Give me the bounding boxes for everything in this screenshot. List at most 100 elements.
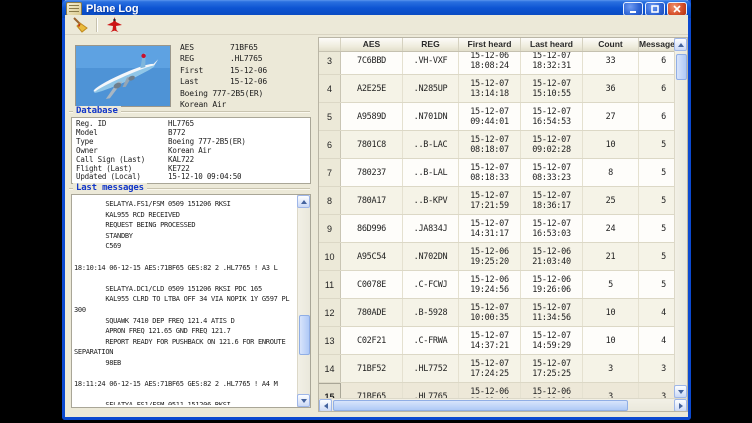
plane-filter-button[interactable] [102,16,126,34]
last-messages-panel[interactable]: SELATYA.FS1/FSM 0509 151206 RKSI KAL955 … [71,194,311,408]
cell-last-heard: 15-12-0716:54:53 [521,103,583,130]
table-row[interactable]: 10 A95C54 .N702DN 15-12-0619:25:20 15-12… [319,243,687,271]
table-scroll-right-button[interactable] [674,399,687,412]
cell-first-heard: 15-12-0618:08:24 [459,52,521,74]
table-row[interactable]: 5 A9589D .N701DN 15-12-0709:44:01 15-12-… [319,103,687,131]
cell-aes: 7801C8 [341,131,403,158]
row-number: 7 [319,159,341,186]
minimize-button[interactable] [623,2,643,16]
summary-row: REG .HL7765 [180,53,315,64]
maximize-button[interactable] [645,2,665,16]
clear-log-button[interactable] [68,16,92,34]
cell-reg: ..B-KPV [403,187,459,214]
table-row[interactable]: 3 7C6BBD .VH-VXF 15-12-0618:08:24 15-12-… [319,52,687,75]
table-horizontal-scroll-thumb[interactable] [333,400,628,411]
cell-count: 33 [583,52,639,74]
header-count[interactable]: Count [583,38,639,51]
table-row[interactable]: 13 C02F21 .C-FRWA 15-12-0714:37:21 15-12… [319,327,687,355]
summary-key: AES [180,42,230,53]
cell-reg: ..B-LAC [403,131,459,158]
messages-scrollbar[interactable] [297,195,310,407]
table-vertical-scrollbar[interactable] [674,38,687,398]
row-number: 13 [319,327,341,354]
cell-first-heard: 15-12-0717:24:25 [459,355,521,382]
cell-reg: .HL7752 [403,355,459,382]
cell-reg: ..B-LAL [403,159,459,186]
left-arrow-icon [324,403,328,409]
close-button[interactable] [667,2,687,16]
cell-first-heard: 15-12-0714:31:17 [459,215,521,242]
cell-reg: .JA834J [403,215,459,242]
cell-reg: .N701DN [403,103,459,130]
messages-scroll-up-button[interactable] [297,195,310,208]
aircraft-summary: AES 71BF65 REG .HL7765 First 15-12-06 La… [180,42,315,110]
table-row[interactable]: 11 C0078E .C-FCWJ 15-12-0619:24:56 15-12… [319,271,687,299]
summary-row: AES 71BF65 [180,42,315,53]
summary-key: REG [180,53,230,64]
cell-aes: 86D996 [341,215,403,242]
korean-air-777-image [76,46,170,106]
close-icon [673,5,681,13]
cell-first-heard: 15-12-0717:21:59 [459,187,521,214]
cell-aes: 780A17 [341,187,403,214]
header-row-number[interactable] [319,38,341,51]
cell-reg: .N285UP [403,75,459,102]
cell-last-heard: 15-12-0715:10:55 [521,75,583,102]
cell-last-heard: 15-12-0714:59:29 [521,327,583,354]
row-number: 3 [319,52,341,74]
cell-last-heard: 15-12-0618:11:24 [521,383,583,398]
messages-text: SELATYA.FS1/FSM 0509 151206 RKSI KAL955 … [74,199,295,405]
cell-reg: .C-FRWA [403,327,459,354]
cell-count: 21 [583,243,639,270]
flights-table: AES REG First heard Last heard Count Mes… [318,37,688,412]
table-row[interactable]: 12 780ADE .B-5928 15-12-0710:00:35 15-12… [319,299,687,327]
table-row-selected[interactable]: 15 71BF65 .HL7765 15-12-0618:09:44 15-12… [319,383,687,398]
summary-value: 15-12-06 [230,76,267,87]
cell-last-heard: 15-12-0711:34:56 [521,299,583,326]
cell-last-heard: 15-12-0717:25:25 [521,355,583,382]
cell-aes: 780237 [341,159,403,186]
table-row[interactable]: 4 A2E25E .N285UP 15-12-0713:14:18 15-12-… [319,75,687,103]
row-number: 11 [319,271,341,298]
cell-count: 36 [583,75,639,102]
cell-aes: 7C6BBD [341,52,403,74]
screen: Plane Log [0,0,752,423]
broom-icon [72,17,89,33]
cell-reg: .B-5928 [403,299,459,326]
table-scroll-up-button[interactable] [674,38,687,51]
cell-last-heard: 15-12-0716:53:03 [521,215,583,242]
table-row[interactable]: 14 71BF52 .HL7752 15-12-0717:24:25 15-12… [319,355,687,383]
cell-first-heard: 15-12-0713:14:18 [459,75,521,102]
cell-aes: 71BF52 [341,355,403,382]
cell-reg: .N702DN [403,243,459,270]
messages-scroll-down-button[interactable] [297,394,310,407]
cell-count: 8 [583,159,639,186]
cell-count: 10 [583,327,639,354]
cell-last-heard: 15-12-0718:32:31 [521,52,583,74]
row-number: 9 [319,215,341,242]
cell-aes: A9589D [341,103,403,130]
header-last-heard[interactable]: Last heard [521,38,583,51]
table-vertical-scroll-thumb[interactable] [676,54,687,80]
table-body: 3 7C6BBD .VH-VXF 15-12-0618:08:24 15-12-… [319,52,687,398]
table-row[interactable]: 7 780237 ..B-LAL 15-12-0708:18:33 15-12-… [319,159,687,187]
red-plane-icon [107,17,122,33]
table-horizontal-scrollbar[interactable] [319,398,687,411]
cell-first-heard: 15-12-0619:25:20 [459,243,521,270]
row-number: 5 [319,103,341,130]
cell-aes: 780ADE [341,299,403,326]
table-row[interactable]: 6 7801C8 ..B-LAC 15-12-0708:18:07 15-12-… [319,131,687,159]
table-scroll-down-button[interactable] [674,385,687,398]
messages-scroll-thumb[interactable] [299,315,310,355]
up-arrow-icon [301,200,307,204]
table-row[interactable]: 8 780A17 ..B-KPV 15-12-0717:21:59 15-12-… [319,187,687,215]
header-aes[interactable]: AES [341,38,403,51]
table-row[interactable]: 9 86D996 .JA834J 15-12-0714:31:17 15-12-… [319,215,687,243]
header-reg[interactable]: REG [403,38,459,51]
summary-value: 15-12-06 [230,65,267,76]
down-arrow-icon [301,399,307,403]
table-scroll-left-button[interactable] [319,399,332,412]
summary-row: Last 15-12-06 [180,76,315,87]
header-first-heard[interactable]: First heard [459,38,521,51]
row-number: 8 [319,187,341,214]
